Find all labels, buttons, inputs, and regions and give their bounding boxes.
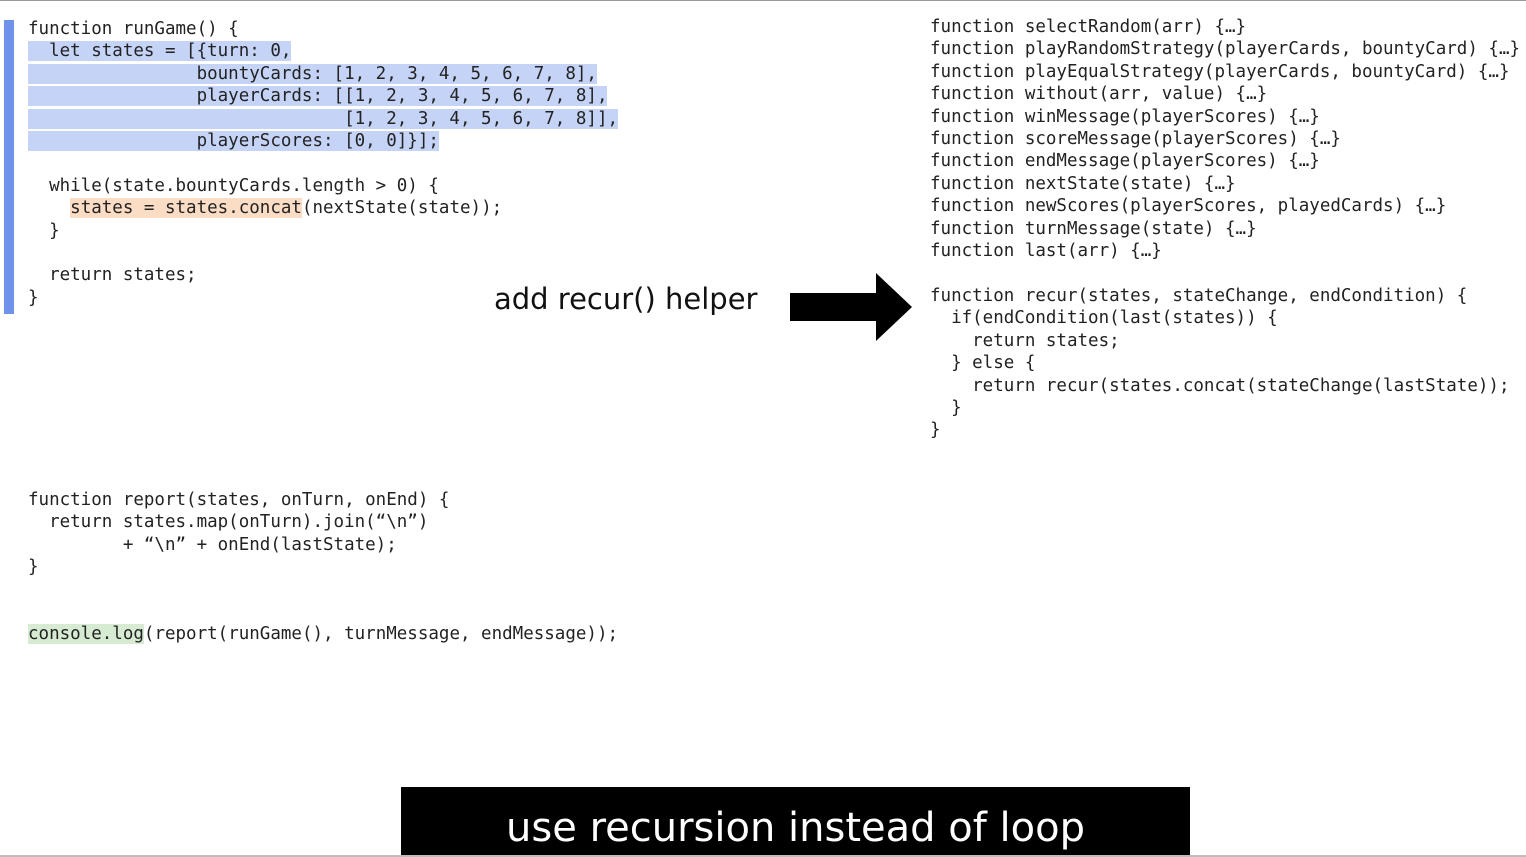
helper-line: function scoreMessage(playerScores) {…} [930,128,1341,149]
helper-line: function selectRandom(arr) {…} [930,17,1247,37]
code-line: function recur(states, stateChange, endC… [930,286,1468,306]
helper-functions-list: function selectRandom(arr) {…} function p… [930,16,1520,262]
helper-line: function turnMessage(state) {…} [930,218,1257,239]
code-line-highlighted: playerScores: [0, 0]}]; [28,130,618,152]
helper-line: function nextState(state) {…} [930,173,1236,194]
code-line-highlighted: [1, 2, 3, 4, 5, 6, 7, 8]], [28,108,619,130]
highlight-blue: let states = [{turn: 0, [28,41,292,62]
code-line: return states; [930,330,1120,351]
helper-line: function winMessage(playerScores) {…} [930,106,1320,127]
helper-line: function playRandomStrategy(playerCards,… [930,39,1521,60]
highlight-orange: states = states.concat [70,198,302,219]
code-line: } [28,220,60,241]
code-line: + “\n” + onEnd(lastState); [28,534,397,555]
recur-function-block: function recur(states, stateChange, endC… [930,285,1509,442]
code-text: (nextState(state)); [301,198,503,219]
code-line-highlighted: playerCards: [[1, 2, 3, 4, 5, 6, 7, 8], [28,85,618,107]
code-line: function runGame() { [28,19,239,39]
helper-line: function newScores(playerScores, playedC… [930,196,1447,217]
code-line: } [930,420,941,441]
console-log-line: console.log(report(runGame(), turnMessag… [28,623,618,645]
highlight-blue: bountyCards: [1, 2, 3, 4, 5, 6, 7, 8], [28,63,597,84]
code-line: while(state.bountyCards.length > 0) { [28,175,439,196]
helper-line: function last(arr) {…} [930,240,1162,261]
right-arrow-icon [790,273,912,341]
code-line: return states.map(onTurn).join(“\n”) [28,512,429,533]
code-line-highlighted: bountyCards: [1, 2, 3, 4, 5, 6, 7, 8], [28,63,618,85]
code-line: return recur(states.concat(stateChange(l… [930,375,1510,396]
annotation-label: add recur() helper [494,282,758,316]
helper-line: function playEqualStrategy(playerCards, … [930,61,1510,82]
subtitle-caption: use recursion instead of loop [401,787,1190,857]
change-indicator-bar [4,20,14,314]
code-line: function report(states, onTurn, onEnd) { [28,490,450,510]
code-line: states = states.concat(nextState(state))… [28,197,618,219]
code-line: if(endCondition(last(states)) { [930,308,1278,329]
highlight-blue: playerScores: [0, 0]}]; [28,130,439,151]
helper-line: function without(arr, value) {…} [930,84,1268,105]
code-text: (report(runGame(), turnMessage, endMessa… [143,624,619,644]
code-line-highlighted: let states = [{turn: 0, [28,40,618,62]
code-line: } else { [930,353,1036,374]
code-line: } [930,397,962,418]
highlight-green: console.log [28,624,144,644]
run-game-code-block: function runGame() { let states = [{turn… [28,18,619,309]
highlight-blue: [1, 2, 3, 4, 5, 6, 7, 8]], [28,108,619,129]
top-border [0,0,1526,1]
highlight-blue: playerCards: [[1, 2, 3, 4, 5, 6, 7, 8], [28,86,608,107]
report-function-block: function report(states, onTurn, onEnd) {… [28,489,449,579]
code-line: } [28,557,39,578]
helper-line: function endMessage(playerScores) {…} [930,151,1320,172]
code-line: console.log(report(runGame(), turnMessag… [28,623,618,645]
